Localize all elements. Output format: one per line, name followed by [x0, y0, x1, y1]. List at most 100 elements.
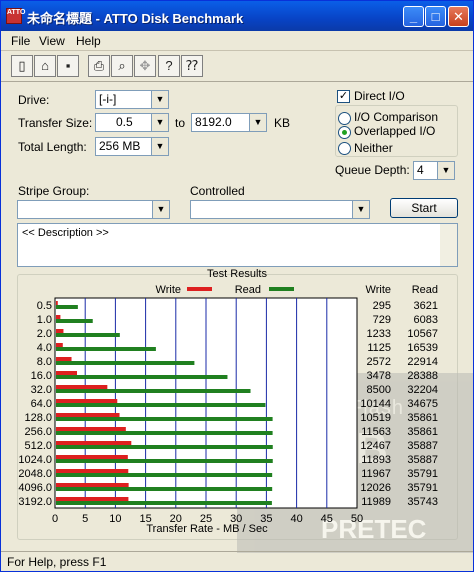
write-value: 12026 [360, 482, 391, 494]
queue-depth-label: Queue Depth: [335, 163, 410, 177]
x-tick-label: 50 [351, 513, 363, 525]
x-tick-label: 15 [139, 513, 151, 525]
write-value: 2572 [367, 356, 391, 368]
write-bar [56, 413, 120, 417]
read-value: 34675 [407, 398, 438, 410]
read-bar [56, 487, 273, 491]
start-button[interactable]: Start [390, 198, 458, 218]
save-icon[interactable]: ▪ [57, 55, 79, 77]
minimize-icon[interactable]: _ [403, 6, 424, 27]
write-value: 3478 [367, 370, 391, 382]
chevron-down-icon[interactable]: ▼ [152, 201, 169, 218]
y-tick-label: 128.0 [24, 412, 52, 424]
write-bar [56, 497, 129, 501]
read-value: 35791 [407, 482, 438, 494]
write-value: 295 [373, 300, 391, 312]
close-icon[interactable]: ✕ [448, 6, 469, 27]
status-bar: For Help, press F1 [1, 551, 473, 571]
move-icon[interactable]: ✥ [134, 55, 156, 77]
chevron-down-icon[interactable]: ▼ [437, 162, 454, 179]
io-comparison-radio[interactable] [338, 112, 351, 125]
read-bar [56, 445, 273, 449]
app-window: ATTO 未命名標題 - ATTO Disk Benchmark _ □ ✕ F… [0, 0, 474, 572]
app-icon[interactable]: ATTO [6, 8, 25, 24]
read-legend-label: Read [235, 284, 261, 296]
x-tick-label: 20 [170, 513, 182, 525]
menu-view[interactable]: View [39, 34, 65, 48]
description-field[interactable]: << Description >> [17, 223, 458, 267]
help-icon[interactable]: ? [158, 55, 180, 77]
menu-help[interactable]: Help [76, 34, 101, 48]
watermark-brand: PRETEC [321, 514, 427, 544]
overlapped-io-radio[interactable] [338, 126, 351, 139]
y-tick-label: 8.0 [37, 356, 52, 368]
toolbar: ▯ ⌂ ▪ ⎙ ⌕ ✥ ? ⁇ [1, 52, 473, 82]
read-value: 32204 [407, 384, 438, 396]
drive-value: [-i-] [99, 92, 117, 106]
x-tick-label: 40 [290, 513, 302, 525]
controlled-select[interactable]: ▼ [190, 200, 370, 219]
read-bar [56, 501, 272, 505]
y-tick-label: 1024.0 [18, 454, 52, 466]
queue-depth-select[interactable]: 4 ▼ [413, 161, 455, 180]
read-bar [56, 473, 273, 477]
write-bar [56, 301, 58, 305]
transfer-to-value: 8192.0 [195, 115, 232, 129]
y-tick-label: 16.0 [31, 370, 52, 382]
x-tick-label: 0 [52, 513, 58, 525]
write-value: 10519 [360, 412, 391, 424]
write-value: 10144 [360, 398, 391, 410]
title-bar[interactable]: ATTO 未命名標題 - ATTO Disk Benchmark _ □ ✕ [1, 1, 473, 31]
chevron-down-icon[interactable]: ▼ [151, 91, 168, 108]
direct-io-checkbox[interactable]: ✓ [337, 90, 350, 103]
new-icon[interactable]: ▯ [11, 55, 33, 77]
y-tick-label: 4096.0 [18, 482, 52, 494]
transfer-to-select[interactable]: 8192.0 ▼ [191, 113, 267, 132]
chevron-down-icon[interactable]: ▼ [249, 114, 266, 131]
stripe-group-select[interactable]: ▼ [17, 200, 170, 219]
read-value: 35791 [407, 468, 438, 480]
y-tick-label: 512.0 [24, 440, 52, 452]
write-value: 11967 [361, 468, 391, 480]
write-bar [56, 399, 118, 403]
total-length-label: Total Length: [18, 140, 87, 154]
to-label: to [175, 116, 186, 130]
chevron-down-icon[interactable]: ▼ [151, 114, 168, 131]
y-tick-label: 64.0 [31, 398, 52, 410]
write-value: 11563 [361, 426, 391, 438]
neither-radio[interactable] [338, 142, 351, 155]
drive-select[interactable]: [-i-] ▼ [95, 90, 169, 109]
status-text: For Help, press F1 [7, 555, 107, 569]
menu-file[interactable]: File [11, 34, 30, 48]
y-tick-label: 256.0 [24, 426, 52, 438]
read-value: 28388 [407, 370, 438, 382]
transfer-from-select[interactable]: 0.5 ▼ [95, 113, 169, 132]
write-value: 1125 [367, 342, 391, 354]
read-bar [56, 361, 195, 365]
write-bar [56, 427, 126, 431]
menu-bar: File View Help [1, 31, 473, 51]
window-title: 未命名標題 - ATTO Disk Benchmark [27, 11, 244, 26]
print-icon[interactable]: ⎙ [88, 55, 110, 77]
y-tick-label: 2048.0 [18, 468, 52, 480]
chevron-down-icon[interactable]: ▼ [151, 138, 168, 155]
stripe-group-label: Stripe Group: [18, 184, 90, 198]
write-value: 11893 [361, 454, 391, 466]
write-bar [56, 357, 72, 361]
write-bar [56, 441, 132, 445]
description-text: << Description >> [22, 227, 109, 239]
read-value: 6083 [414, 314, 438, 326]
x-tick-label: 35 [260, 513, 272, 525]
x-tick-label: 5 [82, 513, 88, 525]
chevron-down-icon[interactable]: ▼ [352, 201, 369, 218]
maximize-icon[interactable]: □ [425, 6, 446, 27]
write-bar [56, 455, 128, 459]
write-bar [56, 371, 78, 375]
description-scrollbar[interactable] [440, 224, 457, 266]
kb-label: KB [274, 116, 291, 130]
context-help-icon[interactable]: ⁇ [181, 55, 203, 77]
write-bar [56, 343, 63, 347]
open-icon[interactable]: ⌂ [34, 55, 56, 77]
total-length-select[interactable]: 256 MB ▼ [95, 137, 169, 156]
print-preview-icon[interactable]: ⌕ [111, 55, 133, 77]
